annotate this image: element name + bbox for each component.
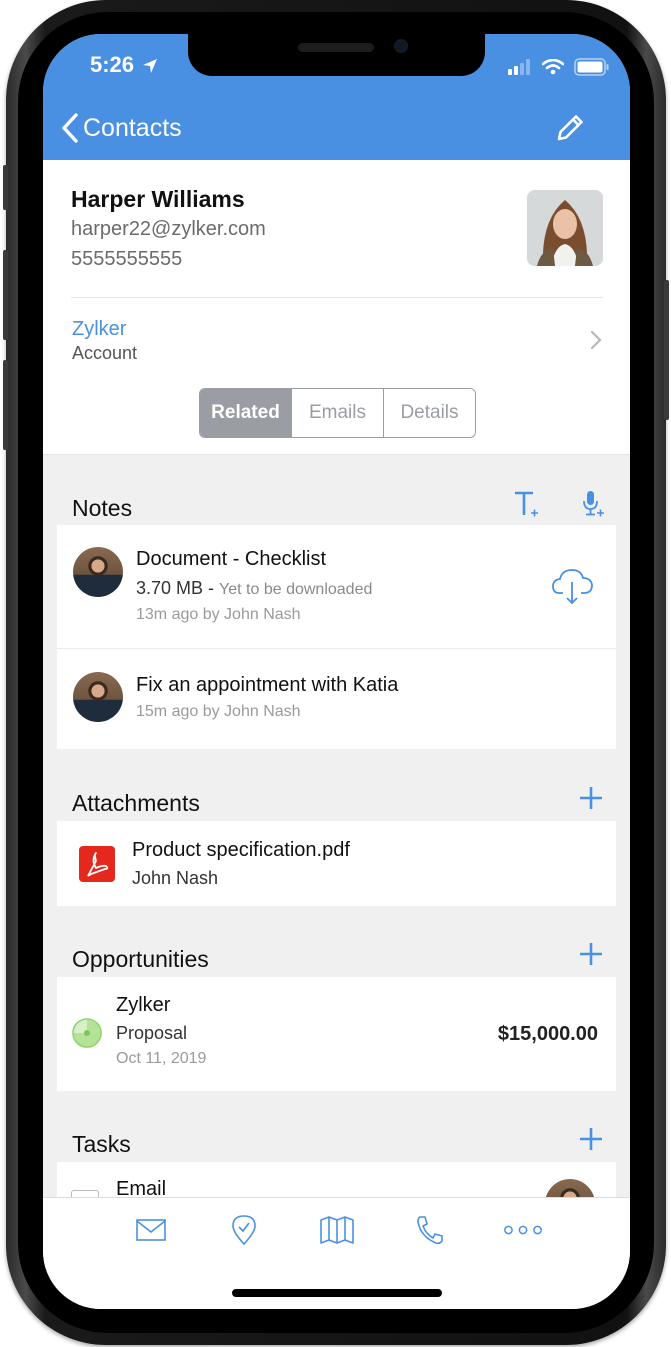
segment-emails[interactable]: Emails: [291, 389, 383, 437]
status-time: 5:26: [90, 52, 158, 78]
contact-phone[interactable]: 5555555555: [71, 248, 182, 271]
add-attachment-button[interactable]: [579, 786, 603, 815]
account-label: Account: [72, 343, 138, 363]
divider: [71, 297, 602, 298]
opportunity-name: Zylker: [116, 994, 171, 1016]
attachments-title: Attachments: [72, 790, 200, 816]
pencil-icon: [557, 115, 583, 141]
note-title: Document - Checklist: [136, 548, 327, 570]
speaker: [298, 43, 374, 52]
opportunity-date: Oct 11, 2019: [116, 1050, 207, 1067]
acrobat-glyph: [87, 852, 109, 877]
chevron-right-icon: [590, 330, 602, 350]
opportunities-header: Opportunities: [43, 932, 630, 982]
notes-list: Document - Checklist 3.70 MB - Yet to be…: [57, 525, 616, 749]
download-button[interactable]: [551, 563, 595, 612]
action-button: [3, 165, 8, 210]
note-author-avatar: [73, 547, 123, 597]
battery-icon: [574, 58, 609, 76]
opportunity-item[interactable]: Zylker Proposal Oct 11, 2019 $15,000.00: [57, 977, 616, 1091]
add-voice-note-icon: [583, 491, 604, 517]
stage-pie-center: [84, 1030, 90, 1036]
account-row-button[interactable]: [590, 330, 602, 355]
note-item[interactable]: Fix an appointment with Katia 15m ago by…: [57, 649, 616, 749]
stage-progress-icon: [72, 1018, 102, 1048]
contact-photo[interactable]: [527, 190, 603, 266]
location-check-icon: [232, 1215, 256, 1245]
screen: 5:26 Contacts Harper Williams harper22@z…: [43, 34, 630, 1309]
opportunities-title: Opportunities: [72, 946, 209, 972]
map-button[interactable]: [317, 1214, 357, 1246]
attachment-owner: John Nash: [132, 868, 219, 888]
tasks-header: Tasks: [43, 1117, 630, 1167]
attachments-list: Product specification.pdf John Nash: [57, 821, 616, 906]
view-segmented-control: Related Emails Details: [199, 388, 476, 438]
note-separator: -: [203, 578, 220, 598]
status-time-text: 5:26: [90, 52, 135, 77]
contact-email[interactable]: harper22@zylker.com: [71, 218, 266, 241]
front-camera: [394, 39, 408, 53]
notch: [188, 34, 485, 76]
contact-summary: Harper Williams harper22@zylker.com 5555…: [43, 160, 630, 455]
back-button[interactable]: Contacts: [61, 112, 182, 144]
phone-icon: [417, 1216, 443, 1245]
tasks-title: Tasks: [72, 1131, 131, 1157]
chevron-left-icon: [62, 113, 78, 143]
attachment-name: Product specification.pdf: [132, 839, 350, 861]
add-text-note-button[interactable]: [513, 489, 541, 524]
plus-icon: [580, 787, 602, 809]
map-icon: [320, 1216, 354, 1244]
plus-icon: [580, 943, 602, 965]
add-voice-note-button[interactable]: [581, 489, 607, 524]
cloud-download-icon: [552, 569, 593, 605]
edit-button[interactable]: [554, 112, 586, 149]
attachment-item[interactable]: Product specification.pdf John Nash: [57, 821, 616, 906]
add-text-note-icon: [515, 491, 538, 517]
home-indicator[interactable]: [232, 1289, 442, 1297]
check-in-button[interactable]: [224, 1214, 264, 1246]
more-button[interactable]: [503, 1214, 543, 1246]
add-opportunity-button[interactable]: [579, 942, 603, 971]
segment-details[interactable]: Details: [383, 389, 475, 437]
pdf-icon: [79, 846, 115, 882]
mail-icon: [136, 1219, 166, 1241]
opportunity-amount: $15,000.00: [497, 1023, 598, 1045]
contact-name: Harper Williams: [71, 186, 245, 212]
plus-icon: [580, 1128, 602, 1150]
add-task-button[interactable]: [579, 1127, 603, 1156]
more-icon: [504, 1225, 542, 1235]
note-author-avatar: [73, 672, 123, 722]
wifi-icon: [542, 59, 564, 75]
signal-icon: [508, 59, 530, 75]
note-meta: 13m ago by John Nash: [136, 606, 301, 623]
note-file-info: 3.70 MB - Yet to be downloaded: [136, 578, 372, 599]
volume-down-button: [3, 360, 8, 450]
mail-button[interactable]: [131, 1214, 171, 1246]
note-title: Fix an appointment with Katia: [136, 674, 399, 696]
back-label: Contacts: [83, 113, 182, 142]
account-link[interactable]: Zylker: [72, 318, 126, 341]
call-button[interactable]: [410, 1214, 450, 1246]
location-arrow-icon: [143, 59, 158, 74]
notes-header: Notes: [43, 481, 630, 531]
note-file-size: 3.70 MB: [136, 578, 204, 598]
opportunities-list: Zylker Proposal Oct 11, 2019 $15,000.00: [57, 977, 616, 1091]
opportunity-stage: Proposal: [116, 1023, 188, 1043]
power-button: [664, 280, 669, 420]
note-meta: 15m ago by John Nash: [136, 703, 301, 720]
notes-title: Notes: [72, 495, 133, 521]
segment-related[interactable]: Related: [200, 389, 291, 437]
volume-up-button: [3, 250, 8, 340]
note-item[interactable]: Document - Checklist 3.70 MB - Yet to be…: [57, 525, 616, 649]
status-indicators: [508, 58, 610, 76]
note-download-status: Yet to be downloaded: [219, 581, 373, 598]
attachments-header: Attachments: [43, 776, 630, 826]
contact-photo-portrait: [527, 190, 603, 266]
